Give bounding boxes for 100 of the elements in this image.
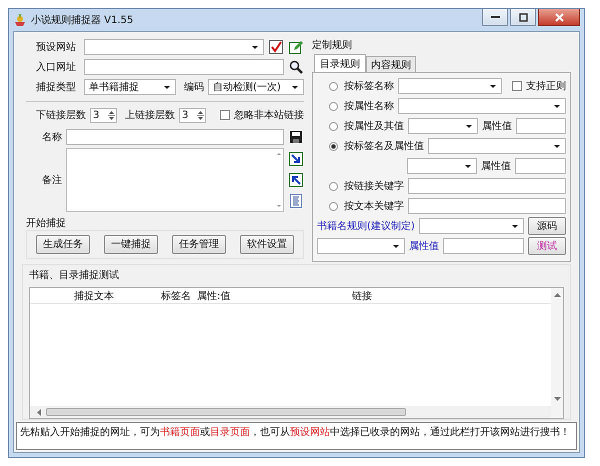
dropdown[interactable] [408,118,478,134]
window-title: 小说规则捕捉器 V1.55 [31,14,134,27]
column-header[interactable]: 标签名 [158,288,194,302]
radio-button[interactable] [329,202,338,210]
spin-arrows-icon [197,110,204,120]
dropdown[interactable] [317,238,405,254]
input-field[interactable] [66,129,284,145]
label: 按标签名及属性值 [344,140,424,153]
label: 按链接关键字 [344,180,404,193]
minimize-button[interactable] [482,9,508,26]
spin-box[interactable]: 3 [90,108,117,122]
caret-icon [163,84,171,90]
action-button[interactable]: 任务管理 [172,235,226,254]
radio-button[interactable] [329,182,338,190]
dropdown[interactable] [418,218,524,234]
spin-arrows-icon [108,110,115,120]
spin-box[interactable]: 3 [179,108,206,122]
dropdown[interactable] [428,138,566,154]
tab[interactable]: 目录规则 [314,54,366,73]
dropdown[interactable] [398,78,502,94]
scroll-left-icon [36,408,42,416]
checkmark-icon [269,40,283,54]
dropdown[interactable] [407,158,477,174]
caret-icon [251,44,259,50]
search-button[interactable] [288,59,304,75]
label: 按属性及其值 [344,120,404,133]
export-button[interactable] [288,172,304,188]
caret-icon [553,104,561,108]
save-button[interactable] [288,129,304,145]
maximize-icon [518,12,528,22]
label: 编码 [184,80,204,94]
action-button[interactable]: 一键捕捉 [104,235,158,254]
input-field[interactable] [515,158,566,174]
column-header[interactable]: 捕捉文本 [30,288,158,302]
label: 支持正则 [526,80,566,93]
radio-button[interactable] [329,142,338,150]
status-text: 先粘贴入开始捕捉的网址，可为书籍页面或目录页面，也可从预设网站中选择已收录的网站，通过此栏打开该网站进行搜书！ [16,422,577,450]
label: 按属性名称 [344,100,394,113]
checkbox[interactable] [220,110,230,120]
list-icon [289,194,303,208]
label: 书籍名规则(建议制定) [317,220,415,233]
label: 下链接层数 [36,108,86,122]
column-header[interactable]: 属性:值 [194,288,349,302]
column-header[interactable]: 链接 [349,288,551,302]
caret-icon [464,164,472,168]
label: 按文本关键字 [344,200,404,213]
label: 备注 [41,174,62,187]
minimize-icon [490,16,500,18]
caret-icon [392,244,400,248]
horizontal-scrollbar[interactable] [30,406,551,418]
scroll-down-icon [554,396,560,402]
edit-button[interactable] [288,39,304,55]
source-button[interactable]: 源码 [528,217,566,235]
group-title: 开始捕捉 [26,216,67,230]
arrow-down-right-icon [289,152,303,166]
input-field[interactable] [84,59,284,75]
tab[interactable]: 内容规则 [366,56,416,73]
label: 属性值 [482,120,512,133]
radio-button[interactable] [329,122,338,130]
checkbox[interactable] [512,81,522,91]
radio-button[interactable] [329,102,338,110]
close-button[interactable] [538,9,580,26]
group-title: 定制规则 [312,38,353,52]
caret-icon [291,84,299,90]
scroll-up-icon [554,292,560,298]
action-button[interactable]: 生成任务 [36,235,90,254]
group-title: 书籍、目录捕捉测试 [29,268,120,282]
label: 捕捉类型 [36,80,77,94]
label: 属性值 [481,160,511,173]
arrow-up-left-icon [289,172,303,187]
vertical-scrollbar[interactable] [551,288,563,418]
input-field[interactable] [443,238,524,254]
dropdown[interactable]: 单书籍捕捉 [84,79,176,95]
label: 名称 [41,131,62,144]
import-button[interactable] [288,150,304,167]
input-field[interactable] [516,118,566,134]
label: 属性值 [409,240,439,253]
search-icon [289,60,303,74]
label: 按标签名称 [344,80,394,93]
caret-icon [465,124,473,128]
notes-field[interactable] [66,148,284,212]
input-field[interactable] [408,178,566,194]
list-button[interactable] [288,193,304,210]
dropdown[interactable]: 自动检测(一次) [208,79,304,95]
close-icon [554,12,564,22]
action-button[interactable]: 软件设置 [240,235,294,254]
scrollbar-drawing [275,150,283,210]
label: 预设网站 [36,40,77,54]
label: 忽略非本站链接 [234,108,304,122]
check-button[interactable] [268,39,284,55]
caret-icon [553,144,561,148]
label: 上链接层数 [125,108,175,122]
test-button[interactable]: 测试 [528,237,566,255]
maximize-button[interactable] [510,9,536,26]
app-icon [13,13,27,27]
input-field[interactable] [408,198,566,214]
radio-button[interactable] [329,82,338,90]
caret-icon [511,224,519,228]
dropdown[interactable] [398,98,566,114]
caret-icon [489,84,497,88]
